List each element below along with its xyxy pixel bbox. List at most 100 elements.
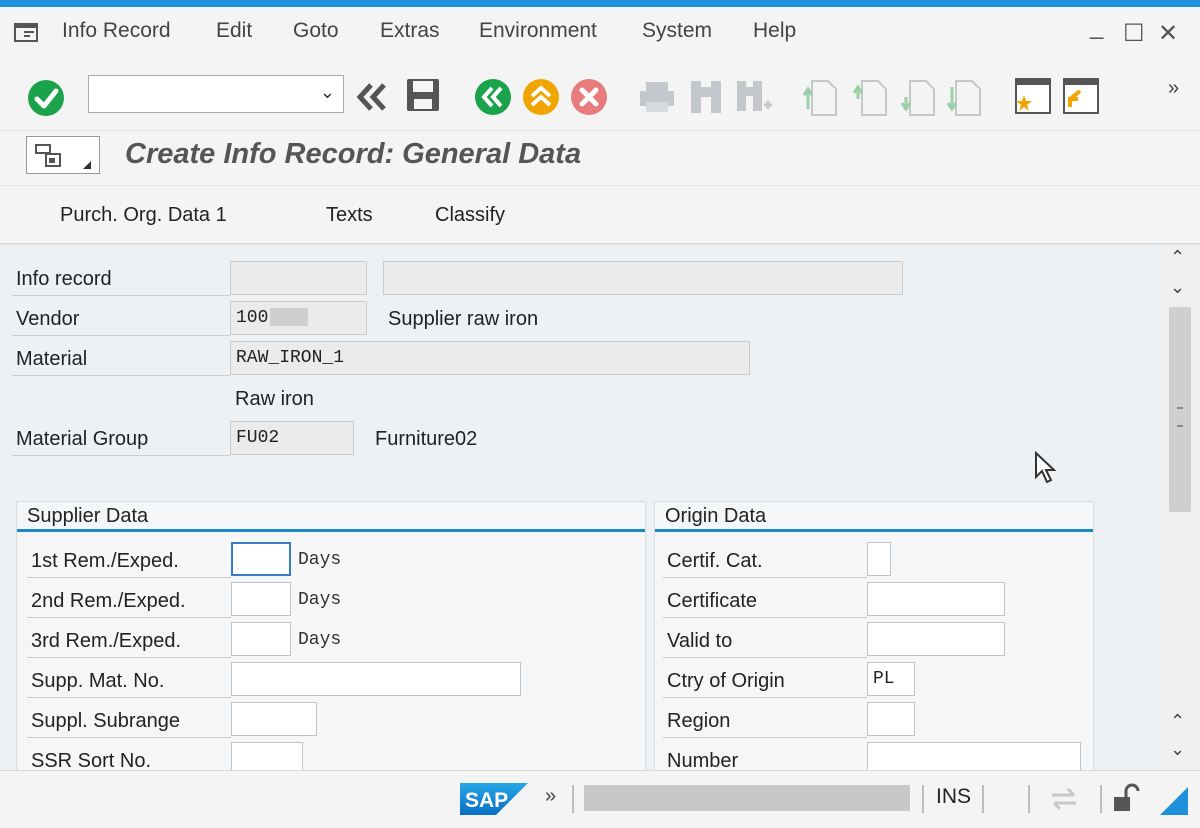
supplier-material-number-field[interactable]	[231, 662, 521, 696]
menu-edit[interactable]: Edit	[216, 19, 252, 43]
print-icon	[640, 82, 674, 112]
command-input[interactable]	[89, 76, 309, 112]
first-reminder-unit: Days	[298, 550, 342, 570]
status-bar: SAP » INS	[0, 770, 1200, 828]
supplier-material-number-label: Supp. Mat. No.	[27, 664, 231, 698]
ssr-sort-number-field[interactable]	[231, 742, 303, 770]
scroll-thumb[interactable]	[1169, 307, 1191, 512]
vendor-label: Vendor	[12, 302, 230, 336]
second-reminder-field[interactable]	[231, 582, 291, 616]
vendor-value: 100	[236, 308, 269, 328]
certificate-category-field[interactable]	[867, 542, 891, 576]
supplier-data-group: Supplier Data 1st Rem./Exped. Days 2nd R…	[16, 501, 646, 770]
classify-button[interactable]: Classify	[435, 204, 505, 227]
third-reminder-unit: Days	[298, 630, 342, 650]
vendor-field[interactable]: 100	[230, 301, 367, 335]
close-icon[interactable]: ✕	[1158, 19, 1178, 48]
maximize-icon[interactable]: ☐	[1123, 19, 1145, 48]
third-reminder-label: 3rd Rem./Exped.	[27, 624, 231, 658]
shortcut-icon[interactable]	[1062, 77, 1100, 115]
origin-data-heading: Origin Data	[655, 502, 1093, 532]
standard-toolbar: ⌄ »	[0, 57, 1200, 131]
certificate-field[interactable]	[867, 582, 1005, 616]
scroll-page-up-icon[interactable]: ⌃	[1170, 711, 1185, 732]
status-separator	[1028, 785, 1030, 813]
third-reminder-field[interactable]	[231, 622, 291, 656]
first-reminder-label: 1st Rem./Exped.	[27, 544, 231, 578]
sap-logo: SAP	[460, 783, 528, 815]
menu-system[interactable]: System	[642, 19, 712, 43]
menu-goto[interactable]: Goto	[293, 19, 339, 43]
first-reminder-field[interactable]	[231, 542, 291, 576]
lock-icon[interactable]	[1112, 783, 1140, 813]
menu-info-record[interactable]: Info Record	[62, 19, 171, 43]
enter-icon[interactable]	[26, 78, 66, 118]
resize-corner-icon[interactable]	[1160, 787, 1188, 815]
redacted-block	[270, 308, 309, 327]
menu-list-icon	[35, 144, 61, 167]
cancel-icon[interactable]	[570, 78, 608, 116]
exit-icon[interactable]	[522, 78, 560, 116]
info-record-label: Info record	[12, 262, 230, 296]
save-icon[interactable]	[405, 77, 441, 113]
material-field[interactable]: RAW_IRON_1	[230, 341, 750, 375]
menu-icon[interactable]	[14, 23, 40, 43]
valid-to-field[interactable]	[867, 622, 1005, 656]
certificate-label: Certificate	[663, 584, 867, 618]
menu-extras[interactable]: Extras	[380, 19, 440, 43]
scroll-up-icon[interactable]: ⌃	[1170, 247, 1185, 268]
insert-mode-indicator: INS	[936, 785, 972, 808]
valid-to-label: Valid to	[663, 624, 867, 658]
number-label: Number	[663, 744, 867, 770]
menu-button[interactable]	[26, 136, 100, 174]
menu-environment[interactable]: Environment	[479, 19, 597, 43]
info-record-field[interactable]	[230, 261, 367, 295]
previous-page-icon	[852, 80, 887, 116]
find-next-icon	[737, 81, 772, 111]
material-label: Material	[12, 342, 230, 376]
region-field[interactable]	[867, 702, 915, 736]
back-icon[interactable]	[474, 78, 512, 116]
vendor-description: Supplier raw iron	[388, 308, 539, 330]
info-record-description-field[interactable]	[383, 261, 903, 295]
svg-text:SAP: SAP	[465, 789, 508, 812]
scroll-grip	[1177, 407, 1183, 427]
purch-org-data-button[interactable]: Purch. Org. Data 1	[60, 204, 227, 227]
status-separator	[982, 785, 984, 813]
find-icon	[691, 81, 721, 113]
supplier-data-heading: Supplier Data	[17, 502, 645, 532]
command-field[interactable]: ⌄	[88, 75, 344, 113]
minimize-icon[interactable]: _	[1090, 13, 1103, 41]
material-group-field[interactable]: FU02	[230, 421, 354, 455]
texts-button[interactable]: Texts	[326, 204, 373, 227]
number-field[interactable]	[867, 742, 1081, 770]
supplier-subrange-field[interactable]	[231, 702, 317, 736]
mouse-cursor-icon	[1035, 451, 1057, 484]
first-page-icon	[802, 80, 837, 116]
chevron-down-icon[interactable]: ⌄	[320, 82, 335, 103]
scroll-down-icon[interactable]: ⌄	[1170, 277, 1185, 298]
scroll-page-down-icon[interactable]: ⌄	[1170, 739, 1185, 760]
origin-data-group: Origin Data Certif. Cat. Certificate Val…	[654, 501, 1094, 770]
material-description: Raw iron	[235, 388, 314, 410]
menu-help[interactable]: Help	[753, 19, 796, 43]
status-more-icon[interactable]: »	[545, 785, 556, 808]
region-label: Region	[663, 704, 867, 738]
certificate-category-label: Certif. Cat.	[663, 544, 867, 578]
status-separator	[572, 785, 574, 813]
country-of-origin-field[interactable]: PL	[867, 662, 915, 696]
more-icon[interactable]: »	[1168, 77, 1179, 100]
title-bar: Create Info Record: General Data	[0, 131, 1200, 186]
collapse-icon[interactable]	[355, 81, 389, 113]
menu-bar: Info Record Edit Goto Extras Environment…	[0, 7, 1200, 57]
transfer-icon	[1052, 787, 1076, 811]
application-toolbar: Purch. Org. Data 1 Texts Classify	[0, 186, 1200, 244]
ssr-sort-number-label: SSR Sort No.	[27, 744, 231, 770]
material-group-description: Furniture02	[375, 428, 478, 450]
material-group-label: Material Group	[12, 422, 230, 456]
vertical-scrollbar[interactable]: ⌃ ⌄ ⌃ ⌄	[1160, 245, 1200, 770]
page-title: Create Info Record: General Data	[125, 138, 582, 170]
create-session-icon[interactable]	[1014, 77, 1052, 115]
second-reminder-label: 2nd Rem./Exped.	[27, 584, 231, 618]
next-page-icon	[900, 80, 935, 116]
